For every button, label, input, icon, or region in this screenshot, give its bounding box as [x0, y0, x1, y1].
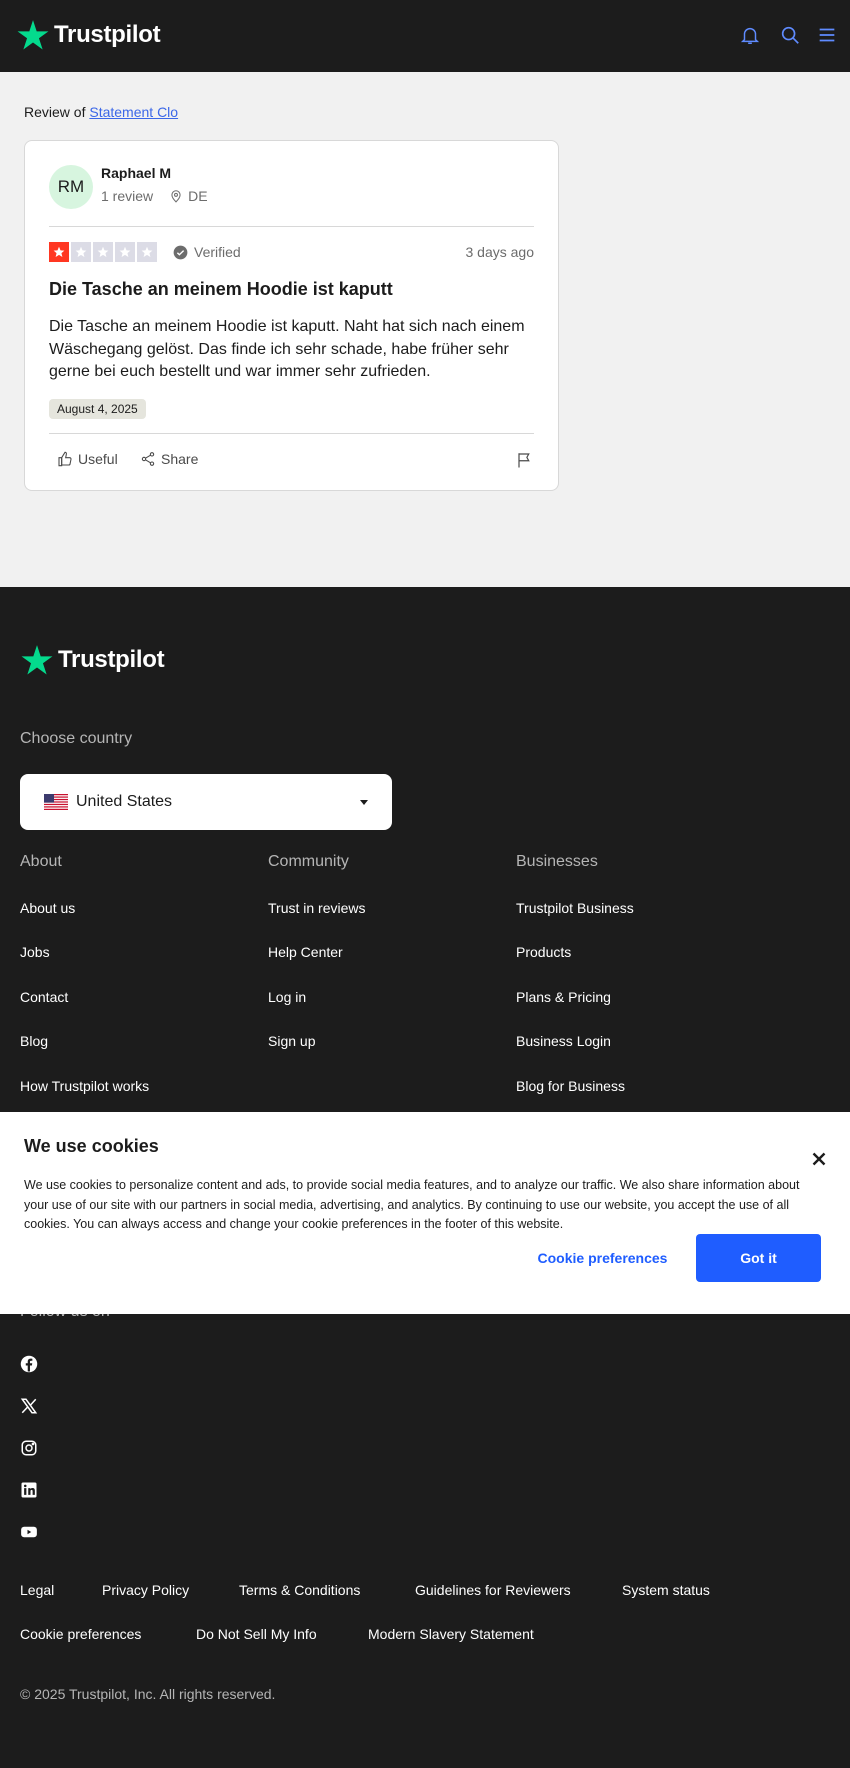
footer-link-sign-up[interactable]: Sign up [268, 1033, 315, 1049]
footer-link-business-login[interactable]: Business Login [516, 1033, 611, 1049]
menu-icon[interactable] [816, 24, 838, 46]
logo-text: Trustpilot [54, 21, 161, 48]
verified-check-icon [173, 245, 188, 259]
reviewer-location: DE [169, 188, 208, 204]
us-flag-icon [44, 794, 68, 810]
system-status-link[interactable]: System status [622, 1582, 710, 1598]
useful-label: Useful [78, 451, 118, 467]
bell-icon[interactable] [739, 24, 761, 46]
footer-link-log-in[interactable]: Log in [268, 989, 306, 1005]
search-icon[interactable] [779, 24, 801, 46]
star-filled-icon [49, 242, 69, 262]
reviewer-meta: 1 review DE [101, 188, 208, 204]
footer-link-trust-in-reviews[interactable]: Trust in reviews [268, 900, 366, 916]
star-rating [49, 242, 157, 262]
date-of-experience: August 4, 2025 [49, 399, 146, 419]
useful-button[interactable]: Useful [57, 451, 118, 467]
avatar[interactable]: RM [49, 165, 93, 209]
choose-country-label: Choose country [20, 730, 133, 747]
footer-link-jobs[interactable]: Jobs [20, 944, 50, 960]
cookie-text: We use cookies to personalize content an… [24, 1178, 800, 1231]
instagram-icon[interactable] [20, 1439, 38, 1457]
main-content: Review of Statement Clo RM Raphael M 1 r… [0, 72, 850, 587]
share-icon [141, 452, 155, 466]
card-divider-top [49, 226, 534, 227]
footer-link-products[interactable]: Products [516, 944, 571, 960]
modern-slavery-statement-link[interactable]: Modern Slavery Statement [368, 1626, 534, 1642]
chevron-down-icon [360, 799, 368, 805]
trustpilot-logo[interactable]: Trustpilot [16, 18, 161, 52]
review-of-line: Review of Statement Clo [24, 104, 178, 120]
privacy-policy-link[interactable]: Privacy Policy [102, 1582, 189, 1598]
review-body: Die Tasche an meinem Hoodie ist kaputt. … [49, 318, 525, 380]
top-navigation-bar: Trustpilot [0, 0, 850, 72]
verified-label: Verified [194, 244, 241, 260]
footer-logo[interactable]: Trustpilot [20, 643, 165, 677]
reviewer-name[interactable]: Raphael M [101, 165, 171, 181]
share-label: Share [161, 451, 199, 467]
footer-heading-community: Community [268, 853, 349, 870]
footer-link-how-trustpilot-works[interactable]: How Trustpilot works [20, 1078, 149, 1094]
footer-heading-businesses: Businesses [516, 853, 598, 870]
footer-link-trustpilot-business[interactable]: Trustpilot Business [516, 900, 634, 916]
footer-link-blog-for-business[interactable]: Blog for Business [516, 1078, 625, 1094]
cookie-title: We use cookies [24, 1136, 159, 1156]
footer-link-blog[interactable]: Blog [20, 1033, 48, 1049]
footer-link-about-us[interactable]: About us [20, 900, 75, 916]
copyright: © 2025 Trustpilot, Inc. All rights reser… [20, 1686, 276, 1702]
report-flag-icon[interactable] [516, 451, 534, 469]
review-card: RM Raphael M 1 review DE Verified 3 days… [24, 140, 559, 491]
cookie-banner: We use cookies We use cookies to persona… [0, 1112, 850, 1314]
do-not-sell-link[interactable]: Do Not Sell My Info [196, 1626, 317, 1642]
footer-link-help-center[interactable]: Help Center [268, 944, 343, 960]
thumbs-up-icon [58, 451, 72, 467]
review-of-prefix: Review of [24, 104, 86, 120]
star-empty-icon [71, 242, 91, 262]
trustpilot-star-icon [17, 20, 49, 50]
posted-ago: 3 days ago [465, 244, 535, 260]
location-pin-icon [171, 190, 181, 203]
reviewer-country: DE [188, 188, 208, 204]
trustpilot-star-icon [21, 645, 53, 675]
guidelines-for-reviewers-link[interactable]: Guidelines for Reviewers [415, 1582, 571, 1598]
review-title[interactable]: Die Tasche an meinem Hoodie ist kaputt [49, 279, 393, 300]
footer-heading-about: About [20, 853, 62, 870]
company-link[interactable]: Statement Clo [89, 104, 178, 120]
card-divider-bottom [49, 433, 534, 434]
linkedin-icon[interactable] [20, 1481, 38, 1499]
footer-link-plans-pricing[interactable]: Plans & Pricing [516, 989, 611, 1005]
youtube-icon[interactable] [20, 1523, 38, 1541]
cookie-preferences-link[interactable]: Cookie preferences [20, 1626, 141, 1642]
star-empty-icon [115, 242, 135, 262]
star-empty-icon [93, 242, 113, 262]
x-icon[interactable] [20, 1397, 38, 1415]
facebook-icon[interactable] [20, 1355, 38, 1373]
footer-logo-text: Trustpilot [58, 646, 165, 673]
verified-badge[interactable]: Verified [173, 244, 241, 260]
selected-country: United States [76, 793, 173, 810]
legal-link[interactable]: Legal [20, 1582, 54, 1598]
cookie-preferences-button[interactable]: Cookie preferences [530, 1234, 675, 1282]
star-empty-icon [137, 242, 157, 262]
got-it-button[interactable]: Got it [696, 1234, 821, 1282]
close-icon[interactable] [812, 1152, 826, 1166]
country-select[interactable]: United States [20, 774, 392, 830]
share-button[interactable]: Share [140, 451, 198, 467]
footer-link-contact[interactable]: Contact [20, 989, 68, 1005]
terms-conditions-link[interactable]: Terms & Conditions [239, 1582, 360, 1598]
review-count: 1 review [101, 188, 154, 204]
